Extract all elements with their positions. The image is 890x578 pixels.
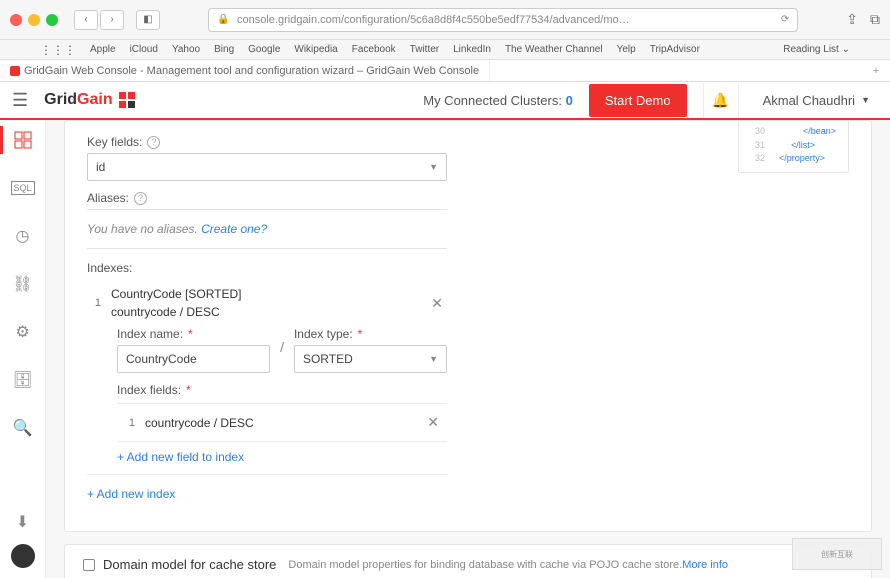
bookmark-item[interactable]: Wikipedia <box>294 44 337 55</box>
bookmark-item[interactable]: Yelp <box>617 44 636 55</box>
index-type-label: Index type: * <box>294 327 447 341</box>
bookmark-item[interactable]: iCloud <box>130 44 158 55</box>
domain-model-title: Domain model for cache store <box>103 557 276 572</box>
bookmark-item[interactable]: Twitter <box>410 44 439 55</box>
browser-tab[interactable]: GridGain Web Console - Management tool a… <box>0 60 490 81</box>
aliases-label: Aliases: ? <box>87 191 447 205</box>
sidebar-item-download[interactable]: ⬇ <box>13 512 33 532</box>
gauge-icon: ◷ <box>16 226 30 246</box>
share-icon[interactable]: ⇪ <box>846 11 858 28</box>
grid-icon <box>14 131 32 149</box>
nav-forward-button[interactable]: › <box>100 10 124 30</box>
apps-icon[interactable]: ⋮⋮⋮ <box>40 43 76 57</box>
search-icon: 🔍 <box>13 418 33 438</box>
start-demo-button[interactable]: Start Demo <box>589 84 687 117</box>
sidebar-item-settings[interactable]: ⚙ <box>13 322 33 342</box>
domain-model-checkbox[interactable] <box>83 559 95 571</box>
bookmark-item[interactable]: Yahoo <box>172 44 200 55</box>
user-avatar[interactable] <box>11 544 35 568</box>
download-icon: ⬇ <box>16 512 29 532</box>
new-tab-button[interactable]: + <box>866 65 886 77</box>
tabs-icon[interactable]: ⧉ <box>870 11 880 28</box>
more-info-link[interactable]: More info <box>682 559 728 571</box>
bookmark-item[interactable]: The Weather Channel <box>505 44 603 55</box>
sql-icon: SQL <box>11 181 35 195</box>
key-fields-label: Key fields: ? <box>87 135 447 149</box>
logo-icon <box>117 90 137 110</box>
window-zoom[interactable] <box>46 14 58 26</box>
bookmark-item[interactable]: Facebook <box>352 44 396 55</box>
separator-slash: / <box>280 339 284 361</box>
bookmark-item[interactable]: LinkedIn <box>453 44 491 55</box>
code-preview: 30</bean> 31</list> 32</property> <box>738 121 849 173</box>
reading-list[interactable]: Reading List ⌄ <box>783 44 850 55</box>
user-menu[interactable]: Akmal Chaudhri ▼ <box>755 93 878 108</box>
caret-down-icon: ▼ <box>429 162 438 172</box>
index-name-input[interactable] <box>117 345 270 373</box>
window-minimize[interactable] <box>28 14 40 26</box>
help-icon[interactable]: ? <box>134 192 147 205</box>
index-summary: CountryCode [SORTED] countrycode / DESC <box>111 285 417 321</box>
address-bar[interactable]: 🔒 console.gridgain.com/configuration/5c6… <box>208 8 798 32</box>
chevron-left-icon: ‹ <box>84 14 87 25</box>
sidebar-icon: ◧ <box>143 14 152 25</box>
remove-index-button[interactable]: ✕ <box>427 295 447 312</box>
database-icon: 🗄 <box>12 370 32 390</box>
remove-index-field-button[interactable]: ✕ <box>423 414 443 431</box>
gear-icon: ⚙ <box>15 322 29 342</box>
chevron-down-icon: ⌄ <box>842 44 850 55</box>
index-type-select[interactable]: SORTED ▼ <box>294 345 447 373</box>
notifications-icon[interactable]: 🔔 <box>703 83 739 118</box>
sidebar-item-cluster[interactable]: ⛓ <box>13 274 33 294</box>
favicon-icon <box>10 66 20 76</box>
sidebar-item-query[interactable]: 🔍 <box>13 418 33 438</box>
index-field-value: countrycode / DESC <box>145 416 413 430</box>
clusters-status: My Connected Clusters: 0 <box>423 93 573 108</box>
bookmark-item[interactable]: Apple <box>90 44 116 55</box>
tree-icon: ⛓ <box>12 274 32 294</box>
bookmark-item[interactable]: TripAdvisor <box>650 44 700 55</box>
tab-title: GridGain Web Console - Management tool a… <box>24 65 479 77</box>
indexes-label: Indexes: <box>87 261 447 275</box>
index-name-label: Index name: * <box>117 327 270 341</box>
reload-icon[interactable]: ⟳ <box>781 14 789 25</box>
logo[interactable]: GridGain <box>44 90 136 110</box>
index-fields-label: Index fields: * <box>117 383 447 397</box>
tab-bar: GridGain Web Console - Management tool a… <box>0 60 890 82</box>
help-icon[interactable]: ? <box>147 136 160 149</box>
menu-icon[interactable]: ☰ <box>12 90 28 111</box>
index-number: 1 <box>87 297 101 309</box>
add-new-index-link[interactable]: + Add new index <box>87 487 175 501</box>
lock-icon: 🔒 <box>217 14 229 25</box>
caret-down-icon: ▼ <box>861 95 870 105</box>
url-text: console.gridgain.com/configuration/5c6a8… <box>237 14 630 26</box>
sidebar-toggle-button[interactable]: ◧ <box>136 10 160 30</box>
bookmark-item[interactable]: Bing <box>214 44 234 55</box>
sidebar-item-sql[interactable]: SQL <box>13 178 33 198</box>
caret-down-icon: ▼ <box>429 354 438 364</box>
key-fields-select[interactable]: id ▼ <box>87 153 447 181</box>
domain-model-desc: Domain model properties for binding data… <box>288 559 728 571</box>
bookmark-bar: ⋮⋮⋮ Apple iCloud Yahoo Bing Google Wikip… <box>0 40 890 60</box>
watermark: 创新互联 <box>792 538 882 570</box>
aliases-empty-hint: You have no aliases. Create one? <box>87 222 267 236</box>
window-close[interactable] <box>10 14 22 26</box>
sidebar-item-storage[interactable]: 🗄 <box>13 370 33 390</box>
chevron-right-icon: › <box>110 14 113 25</box>
sidebar-item-configuration[interactable] <box>13 130 33 150</box>
sidebar-item-monitor[interactable]: ◷ <box>13 226 33 246</box>
bookmark-item[interactable]: Google <box>248 44 280 55</box>
nav-back-button[interactable]: ‹ <box>74 10 98 30</box>
add-field-to-index-link[interactable]: + Add new field to index <box>117 450 244 464</box>
index-field-number: 1 <box>121 417 135 429</box>
sidebar: SQL ◷ ⛓ ⚙ 🗄 🔍 ⬇ <box>0 120 46 578</box>
create-alias-link[interactable]: Create one? <box>201 222 267 236</box>
